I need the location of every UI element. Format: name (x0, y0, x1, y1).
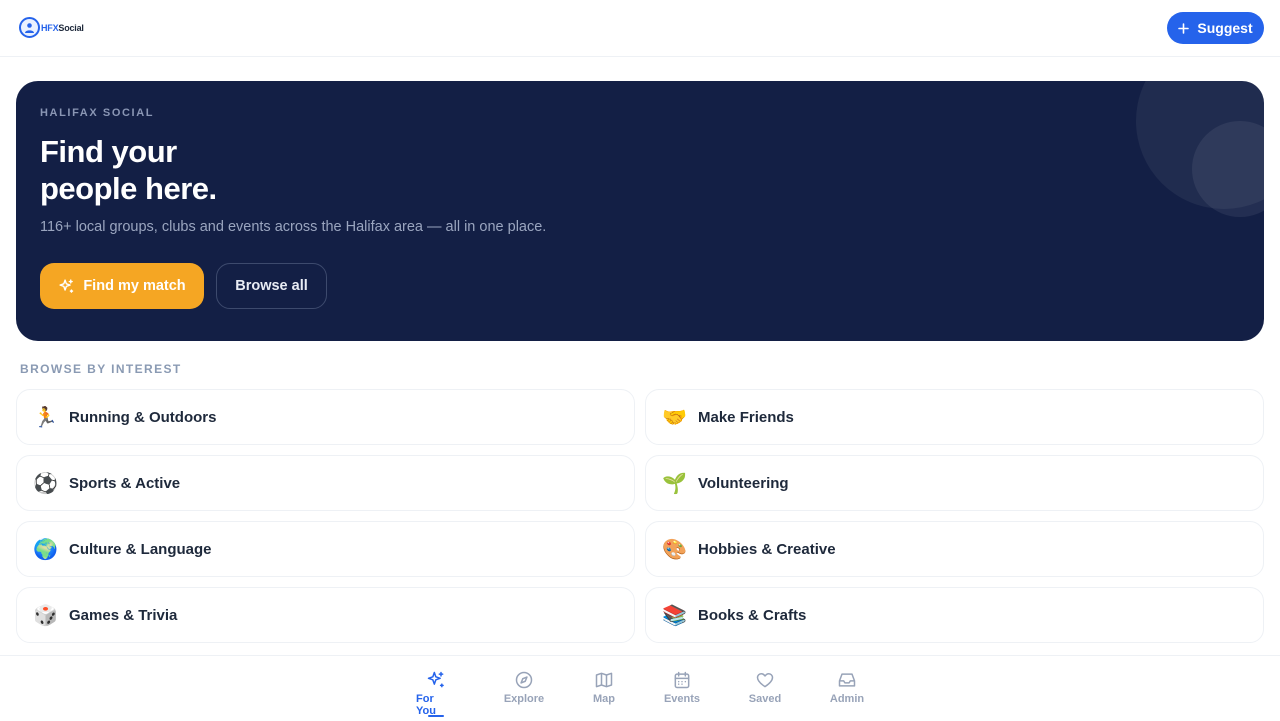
logo-badge-icon (19, 17, 40, 38)
interest-grid: 🏃 Running & Outdoors 🤝 Make Friends ⚽ Sport… (16, 389, 1264, 643)
active-indicator (428, 715, 444, 717)
interest-card-label: Make Friends (698, 408, 794, 426)
dice-icon: 🎲 (33, 603, 58, 627)
hero-title-line1: Find your (40, 134, 177, 169)
hero-eyebrow: HALIFAX SOCIAL (40, 107, 155, 119)
hero-subtitle: 116+ local groups, clubs and events acro… (40, 219, 547, 235)
logo-text-accent: HFX (41, 22, 59, 33)
nav-item-label: Saved (748, 693, 782, 705)
logo[interactable]: HFXSocial (19, 17, 84, 38)
nav-item-explore[interactable]: Explore (503, 656, 545, 721)
palette-icon: 🎨 (662, 537, 687, 561)
section-label-browse-by-interest: BROWSE BY INTEREST (20, 362, 182, 376)
logo-text: HFXSocial (41, 23, 84, 33)
nav-item-for-you[interactable]: For You (416, 656, 456, 721)
nav-item-saved[interactable]: Saved (747, 656, 783, 721)
interest-card-label: Sports & Active (69, 474, 181, 492)
heart-icon (756, 673, 774, 688)
interest-card-label: Culture & Language (69, 540, 212, 558)
interest-card-label: Games & Trivia (69, 606, 178, 624)
interest-card-label: Books & Crafts (698, 606, 807, 624)
interest-card-label: Running & Outdoors (69, 408, 217, 426)
nav-item-admin[interactable]: Admin (828, 656, 866, 721)
top-bar: HFXSocial Suggest (0, 0, 1280, 57)
interest-card-hobbies-creative[interactable]: 🎨 Hobbies & Creative (645, 521, 1264, 577)
interest-card-sports-active[interactable]: ⚽ Sports & Active (16, 455, 635, 511)
nav-item-map[interactable]: Map (590, 656, 618, 721)
nav-item-label: Explore (503, 693, 545, 705)
calendar-icon (674, 671, 690, 689)
interest-card-make-friends[interactable]: 🤝 Make Friends (645, 389, 1264, 445)
interest-card-culture-language[interactable]: 🌍 Culture & Language (16, 521, 635, 577)
logo-text-main: Social (58, 22, 84, 33)
books-icon: 📚 (662, 603, 687, 627)
sparkles-icon (59, 278, 74, 293)
interest-card-label: Hobbies & Creative (698, 540, 836, 558)
handshake-icon: 🤝 (662, 405, 687, 429)
suggest-button-label: Suggest (1197, 20, 1253, 36)
seedling-icon: 🌱 (662, 471, 687, 495)
nav-item-label: For You (416, 693, 436, 717)
hero-banner: HALIFAX SOCIAL Find your people here. 11… (16, 81, 1264, 341)
interest-card-books-crafts[interactable]: 📚 Books & Crafts (645, 587, 1264, 643)
interest-card-label: Volunteering (698, 474, 789, 492)
nav-item-events[interactable]: Events (663, 656, 701, 721)
find-my-match-button[interactable]: Find my match (40, 263, 204, 309)
plus-icon (1178, 22, 1190, 34)
map-icon (595, 672, 613, 688)
interest-card-games-trivia[interactable]: 🎲 Games & Trivia (16, 587, 635, 643)
interest-card-running-outdoors[interactable]: 🏃 Running & Outdoors (16, 389, 635, 445)
globe-icon: 🌍 (33, 537, 58, 561)
inbox-icon (838, 673, 856, 687)
soccer-ball-icon: ⚽ (33, 471, 58, 495)
nav-item-label: Events (663, 693, 701, 705)
nav-item-label: Map (593, 693, 615, 705)
find-my-match-label: Find my match (83, 278, 186, 294)
hero-title: Find your people here. (40, 133, 440, 207)
interest-card-volunteering[interactable]: 🌱 Volunteering (645, 455, 1264, 511)
bottom-nav: For You Explore Map Events Saved Admin (0, 655, 1280, 720)
browse-all-button[interactable]: Browse all (216, 263, 327, 309)
compass-icon (515, 671, 533, 689)
nav-item-label: Admin (829, 693, 865, 705)
running-icon: 🏃 (33, 405, 58, 429)
suggest-button[interactable]: Suggest (1167, 12, 1264, 44)
hero-title-line2: people here. (40, 171, 217, 206)
sparkles-icon (427, 671, 444, 688)
